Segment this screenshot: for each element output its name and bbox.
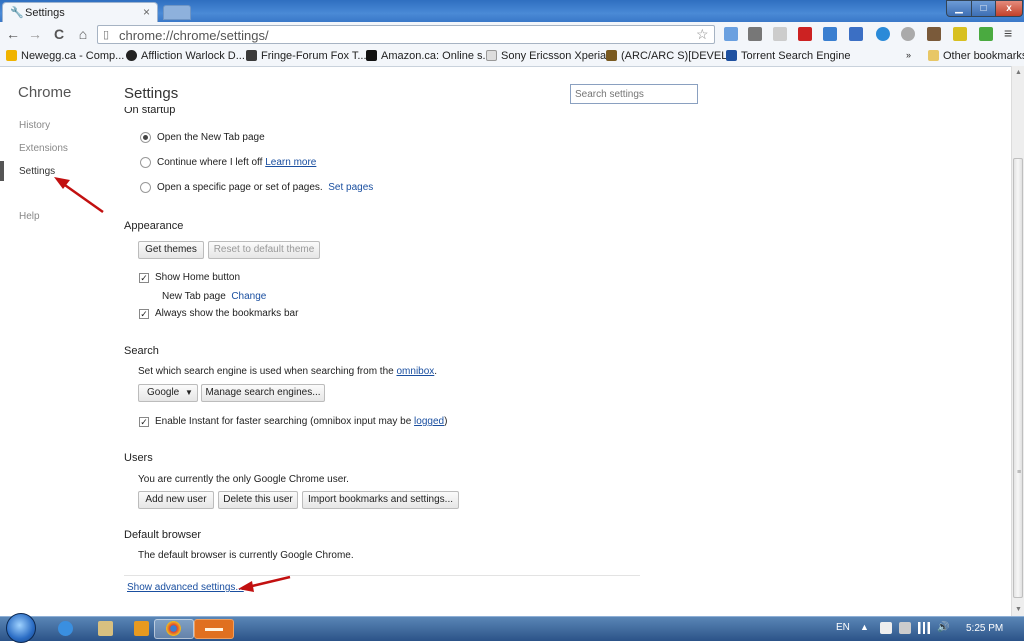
bookmark-2[interactable]: Fringe-Forum Fox T... bbox=[246, 50, 367, 64]
forward-icon[interactable]: → bbox=[26, 25, 44, 43]
extension-shield-icon[interactable] bbox=[979, 27, 993, 41]
omnibox[interactable]: ▯ chrome://chrome/settings/ ☆ bbox=[97, 25, 715, 44]
scroll-thumb[interactable]: ≡ bbox=[1013, 158, 1023, 598]
menu-icon[interactable]: ≡ bbox=[1004, 25, 1012, 41]
maximize-button[interactable]: □ bbox=[971, 0, 996, 17]
extension-camera-icon[interactable] bbox=[927, 27, 941, 41]
other-bookmarks[interactable]: Other bookmarks bbox=[928, 50, 1024, 64]
close-window-button[interactable]: x bbox=[995, 0, 1023, 17]
bookmark-star-icon[interactable]: ☆ bbox=[696, 26, 709, 43]
extension-pin-icon[interactable] bbox=[724, 27, 738, 41]
bookmark-favicon bbox=[366, 50, 377, 61]
taskbar-app[interactable] bbox=[194, 619, 234, 639]
ie-icon bbox=[58, 621, 73, 636]
tray-volume-icon[interactable]: 🔊 bbox=[937, 622, 949, 634]
browser-toolbar: ← → C ⌂ ▯ chrome://chrome/settings/ ☆ ≡ bbox=[0, 22, 1024, 48]
reload-icon[interactable]: C bbox=[50, 25, 68, 43]
language-indicator[interactable]: EN bbox=[836, 622, 850, 633]
app-icon bbox=[205, 628, 223, 631]
bookmark-6[interactable]: Torrent Search Engine bbox=[726, 50, 850, 64]
extension-circle-icon[interactable] bbox=[901, 27, 915, 41]
tray-power-icon[interactable] bbox=[899, 622, 911, 634]
bookmarks-bar: Newegg.ca - Comp... Affliction Warlock D… bbox=[0, 47, 1024, 67]
media-player-icon bbox=[134, 621, 149, 636]
bookmark-4[interactable]: Sony Ericsson Xperia... bbox=[486, 50, 615, 64]
start-button[interactable] bbox=[6, 613, 36, 643]
vertical-scrollbar[interactable]: ▲ ≡ ▼ bbox=[1011, 66, 1024, 616]
windows-taskbar: EN ▲ 🔊 5:25 PM bbox=[0, 613, 1024, 643]
extension-page-icon[interactable] bbox=[773, 27, 787, 41]
new-tab-button[interactable] bbox=[163, 5, 191, 20]
home-icon[interactable]: ⌂ bbox=[74, 25, 92, 43]
scroll-up-icon[interactable]: ▲ bbox=[1012, 66, 1024, 79]
taskbar-explorer[interactable] bbox=[86, 619, 126, 639]
extension-bell-icon[interactable] bbox=[953, 27, 967, 41]
wrench-icon: 🔧 bbox=[10, 7, 24, 19]
gmail-icon[interactable] bbox=[798, 27, 812, 41]
arrow-to-settings bbox=[54, 177, 104, 214]
scroll-grip-icon: ≡ bbox=[1017, 469, 1022, 476]
bookmark-0[interactable]: Newegg.ca - Comp... bbox=[6, 50, 124, 64]
tab-close-icon[interactable]: × bbox=[143, 5, 150, 19]
bookmark-favicon bbox=[486, 50, 497, 61]
taskbar-ie[interactable] bbox=[46, 619, 86, 639]
chrome-icon bbox=[166, 621, 181, 636]
search-settings-input[interactable] bbox=[570, 84, 698, 104]
extension-translate-icon[interactable] bbox=[823, 27, 837, 41]
taskbar-chrome[interactable] bbox=[154, 619, 194, 639]
bookmark-favicon bbox=[726, 50, 737, 61]
folder-icon bbox=[98, 621, 113, 636]
folder-icon bbox=[928, 50, 939, 61]
annotation-arrows bbox=[54, 177, 291, 592]
set-pages-link[interactable]: Set pages bbox=[328, 182, 373, 193]
import-bookmarks-button[interactable]: Import bookmarks and settings... bbox=[302, 491, 459, 509]
back-icon[interactable]: ← bbox=[4, 25, 22, 43]
bookmark-favicon bbox=[6, 50, 17, 61]
tray-flag-icon[interactable] bbox=[880, 622, 892, 634]
tray-network-icon[interactable] bbox=[918, 622, 930, 634]
minimize-button[interactable]: ▁ bbox=[946, 0, 972, 17]
bookmark-5[interactable]: (ARC/ARC S)[DEVEL... bbox=[606, 50, 737, 64]
extension-arrow-icon[interactable] bbox=[849, 27, 863, 41]
omnibox-link[interactable]: omnibox bbox=[396, 366, 434, 377]
extension-chat-icon[interactable] bbox=[876, 27, 890, 41]
logged-link[interactable]: logged bbox=[414, 416, 444, 427]
tray-expand-icon[interactable]: ▲ bbox=[860, 622, 872, 634]
bookmark-favicon bbox=[126, 50, 137, 61]
bookmark-3[interactable]: Amazon.ca: Online s... bbox=[366, 50, 492, 64]
page-icon: ▯ bbox=[103, 29, 110, 41]
extension-calendar-icon[interactable] bbox=[748, 27, 762, 41]
clock[interactable]: 5:25 PM bbox=[966, 623, 1003, 634]
bookmark-favicon bbox=[246, 50, 257, 61]
bookmark-1[interactable]: Affliction Warlock D... bbox=[126, 50, 245, 64]
url-text[interactable]: chrome://chrome/settings/ bbox=[119, 28, 269, 43]
tab-title: Settings bbox=[25, 7, 65, 19]
arrow-to-advanced bbox=[238, 575, 291, 592]
bookmark-favicon bbox=[606, 50, 617, 61]
bookmarks-overflow-icon[interactable]: » bbox=[906, 50, 911, 64]
scroll-down-icon[interactable]: ▼ bbox=[1012, 603, 1024, 616]
tab-settings[interactable]: 🔧 Settings × bbox=[2, 2, 158, 22]
title-bar: 🔧 Settings × ▁ □ x bbox=[0, 0, 1024, 22]
